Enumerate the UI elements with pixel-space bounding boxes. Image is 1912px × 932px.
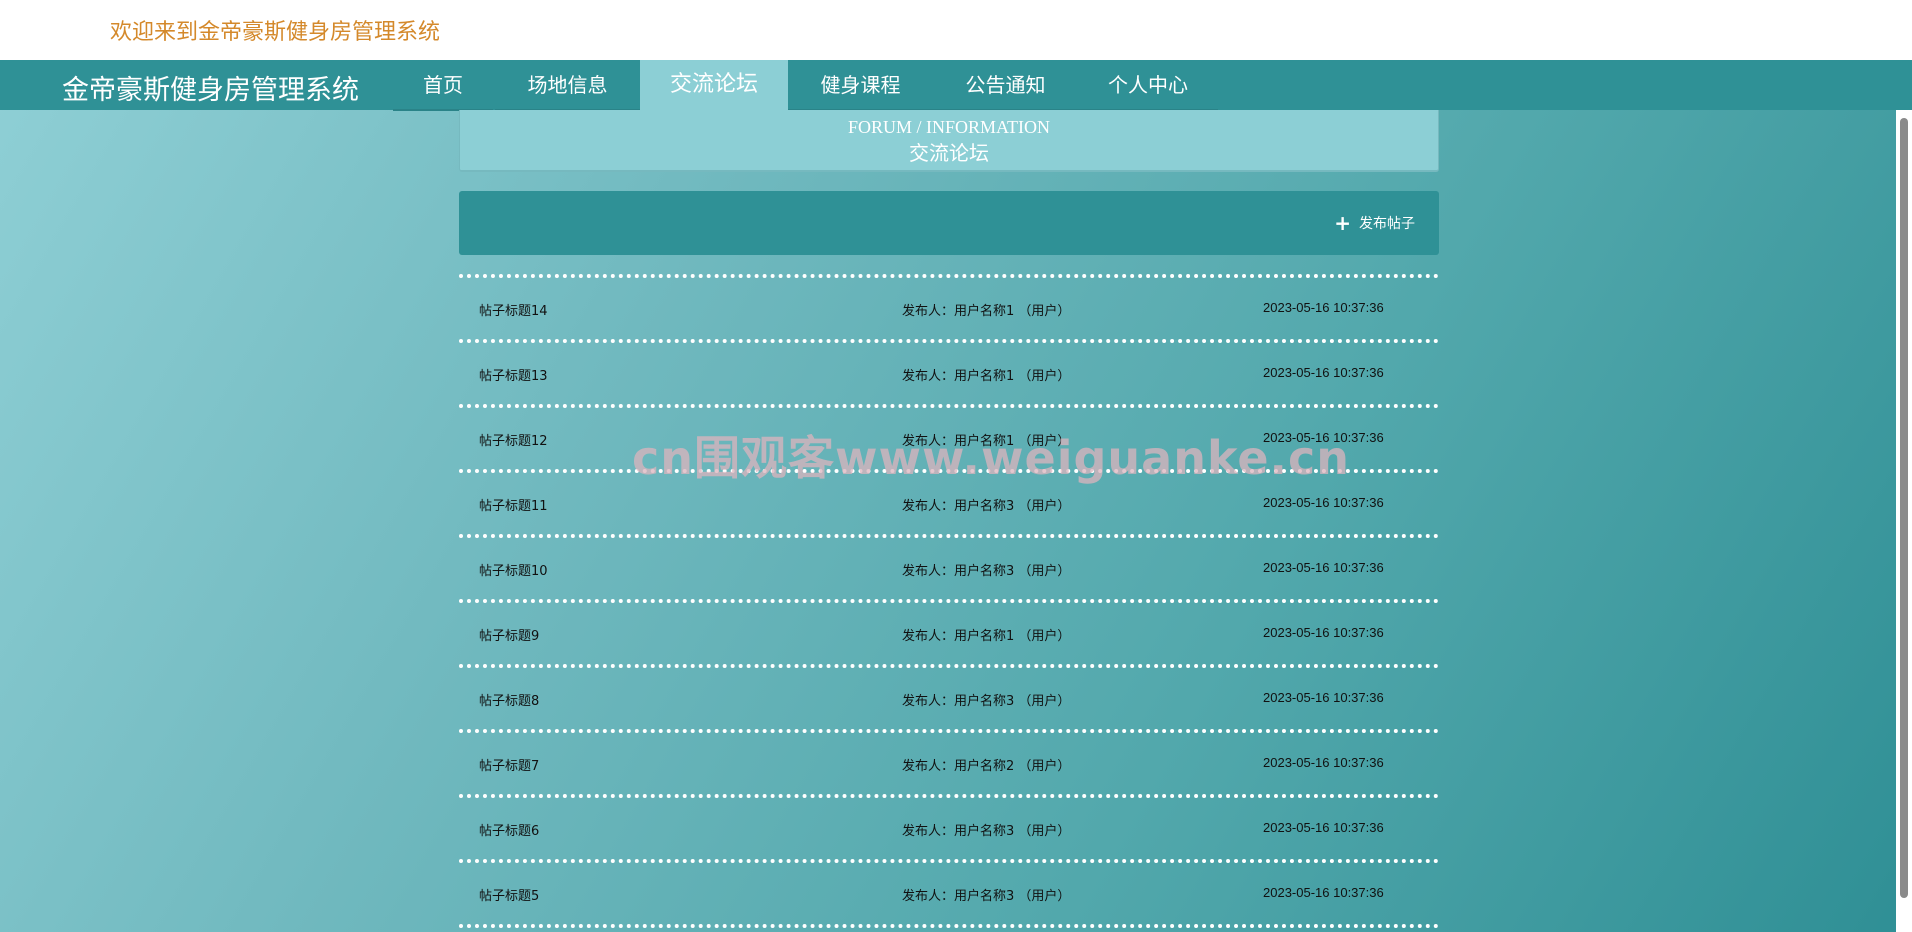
nav-item-forum[interactable]: 交流论坛 bbox=[640, 60, 788, 110]
brand-title: 金帝豪斯健身房管理系统 bbox=[62, 75, 359, 106]
post-title[interactable]: 帖子标题13 bbox=[479, 365, 548, 384]
post-time: 2023-05-16 10:37:36 bbox=[1263, 885, 1384, 900]
post-author: 发布人：用户名称3 （用户） bbox=[902, 824, 1071, 839]
page-scrollbar[interactable] bbox=[1896, 110, 1912, 932]
post-time: 2023-05-16 10:37:36 bbox=[1263, 300, 1384, 315]
post-row[interactable]: 帖子标题7 发布人：用户名称2 （用户） 2023-05-16 10:37:36 bbox=[459, 733, 1439, 794]
post-author: 发布人：用户名称3 （用户） bbox=[902, 889, 1071, 904]
post-row[interactable]: 帖子标题13 发布人：用户名称1 （用户） 2023-05-16 10:37:36 bbox=[459, 343, 1439, 404]
post-row[interactable]: 帖子标题11 发布人：用户名称3 （用户） 2023-05-16 10:37:36 bbox=[459, 473, 1439, 534]
post-title[interactable]: 帖子标题14 bbox=[479, 300, 548, 319]
post-title[interactable]: 帖子标题10 bbox=[479, 560, 548, 579]
post-title[interactable]: 帖子标题8 bbox=[479, 690, 539, 709]
post-row[interactable]: 帖子标题6 发布人：用户名称3 （用户） 2023-05-16 10:37:36 bbox=[459, 798, 1439, 859]
post-time: 2023-05-16 10:37:36 bbox=[1263, 430, 1384, 445]
post-time: 2023-05-16 10:37:36 bbox=[1263, 365, 1384, 380]
post-row[interactable]: 帖子标题12 发布人：用户名称1 （用户） 2023-05-16 10:37:36 bbox=[459, 408, 1439, 469]
forum-heading-panel: FORUM / INFORMATION 交流论坛 bbox=[459, 110, 1439, 172]
new-post-button[interactable]: + 发布帖子 bbox=[1334, 213, 1415, 233]
forum-title-cn: 交流论坛 bbox=[909, 141, 989, 165]
new-post-label: 发布帖子 bbox=[1359, 216, 1415, 232]
post-title[interactable]: 帖子标题6 bbox=[479, 820, 539, 839]
row-separator bbox=[459, 924, 1439, 928]
post-title[interactable]: 帖子标题5 bbox=[479, 885, 539, 904]
post-row[interactable]: 帖子标题14 发布人：用户名称1 （用户） 2023-05-16 10:37:36 bbox=[459, 278, 1439, 339]
post-author: 发布人：用户名称1 （用户） bbox=[902, 434, 1071, 449]
nav-item-label: 交流论坛 bbox=[669, 72, 758, 97]
post-author: 发布人：用户名称1 （用户） bbox=[902, 304, 1071, 319]
post-time: 2023-05-16 10:37:36 bbox=[1263, 755, 1384, 770]
nav-item-profile[interactable]: 个人中心 bbox=[1078, 60, 1218, 111]
post-title[interactable]: 帖子标题9 bbox=[479, 625, 539, 644]
nav-item-venue[interactable]: 场地信息 bbox=[495, 60, 640, 111]
post-time: 2023-05-16 10:37:36 bbox=[1263, 625, 1384, 640]
post-title[interactable]: 帖子标题12 bbox=[479, 430, 548, 449]
nav-item-courses[interactable]: 健身课程 bbox=[788, 60, 933, 111]
post-title[interactable]: 帖子标题11 bbox=[479, 495, 548, 514]
nav-item-label: 公告通知 bbox=[965, 73, 1046, 97]
post-time: 2023-05-16 10:37:36 bbox=[1263, 560, 1384, 575]
nav-item-label: 个人中心 bbox=[1108, 73, 1188, 97]
welcome-text: 欢迎来到金帝豪斯健身房管理系统 bbox=[110, 20, 441, 45]
post-author: 发布人：用户名称2 （用户） bbox=[902, 759, 1071, 774]
nav-item-home[interactable]: 首页 bbox=[393, 60, 493, 111]
post-author: 发布人：用户名称1 （用户） bbox=[902, 369, 1071, 384]
plus-icon: + bbox=[1334, 211, 1351, 235]
top-header: 欢迎来到金帝豪斯健身房管理系统 bbox=[0, 0, 1912, 60]
scrollbar-thumb[interactable] bbox=[1900, 118, 1908, 898]
post-author: 发布人：用户名称3 （用户） bbox=[902, 499, 1071, 514]
post-time: 2023-05-16 10:37:36 bbox=[1263, 690, 1384, 705]
nav-item-notices[interactable]: 公告通知 bbox=[933, 60, 1078, 111]
forum-action-bar: + 发布帖子 bbox=[459, 191, 1439, 255]
main-navbar: 金帝豪斯健身房管理系统 首页 场地信息 交流论坛 健身课程 公告通知 个人中心 bbox=[0, 60, 1912, 111]
post-title[interactable]: 帖子标题7 bbox=[479, 755, 539, 774]
nav-item-label: 首页 bbox=[423, 73, 463, 97]
post-author: 发布人：用户名称3 （用户） bbox=[902, 564, 1071, 579]
forum-title-en: FORUM / INFORMATION bbox=[847, 117, 1051, 137]
post-time: 2023-05-16 10:37:36 bbox=[1263, 820, 1384, 835]
nav-item-label: 场地信息 bbox=[527, 73, 608, 97]
post-row[interactable]: 帖子标题9 发布人：用户名称1 （用户） 2023-05-16 10:37:36 bbox=[459, 603, 1439, 664]
post-time: 2023-05-16 10:37:36 bbox=[1263, 495, 1384, 510]
post-row[interactable]: 帖子标题8 发布人：用户名称3 （用户） 2023-05-16 10:37:36 bbox=[459, 668, 1439, 729]
post-row[interactable]: 帖子标题10 发布人：用户名称3 （用户） 2023-05-16 10:37:36 bbox=[459, 538, 1439, 599]
nav-item-label: 健身课程 bbox=[820, 73, 901, 97]
post-author: 发布人：用户名称1 （用户） bbox=[902, 629, 1071, 644]
post-row[interactable]: 帖子标题5 发布人：用户名称3 （用户） 2023-05-16 10:37:36 bbox=[459, 863, 1439, 924]
post-author: 发布人：用户名称3 （用户） bbox=[902, 694, 1071, 709]
